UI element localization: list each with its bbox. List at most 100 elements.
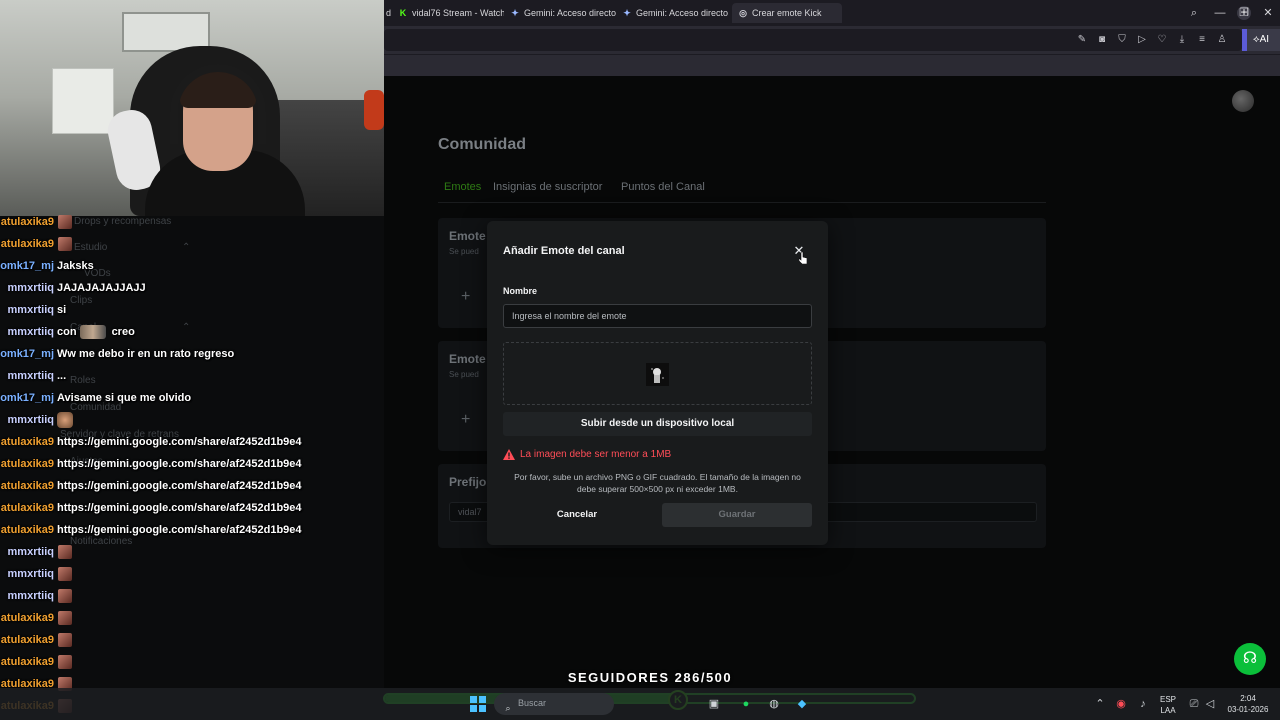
chat-username[interactable]: mmxrtiiq: [0, 546, 54, 558]
chat-username[interactable]: atulaxika9: [0, 524, 54, 536]
chat-username[interactable]: atulaxika9: [0, 238, 54, 250]
gemini-icon: ✦: [511, 7, 519, 18]
windows-start-icon[interactable]: [470, 696, 486, 712]
webcam-background: [52, 68, 114, 134]
microphone-icon[interactable]: ♪: [1135, 696, 1151, 712]
browser-tab[interactable]: ✦ Gemini: Acceso directo a l: [504, 3, 616, 23]
chat-username[interactable]: atulaxika9: [0, 436, 54, 448]
chat-username[interactable]: omk17_mj: [0, 260, 54, 272]
tab-label: vidal76 Stream - Watch Li: [412, 8, 504, 18]
add-emote-button[interactable]: +: [461, 411, 470, 429]
browser-tab[interactable]: Kvidal76 Stream - Watch Li: [392, 3, 504, 23]
play-icon[interactable]: ▷: [1136, 34, 1148, 46]
menu-icon[interactable]: ≡: [1196, 34, 1208, 46]
tab-emotes[interactable]: Emotes: [444, 181, 481, 193]
tray-app-icon[interactable]: ◉: [1113, 696, 1129, 712]
chat-username[interactable]: omk17_mj: [0, 348, 54, 360]
page-title: Comunidad: [438, 136, 526, 153]
heart-icon[interactable]: ♡: [1156, 34, 1168, 46]
tab-channel-points[interactable]: Puntos del Canal: [621, 181, 705, 193]
chat-username[interactable]: atulaxika9: [0, 458, 54, 470]
language-bottom[interactable]: LAA: [1156, 706, 1180, 715]
ghost-sidebar-item: Estudio: [74, 242, 108, 253]
chat-message: mmxrtiiq...: [0, 366, 67, 386]
search-icon[interactable]: ⌕: [1186, 5, 1202, 21]
chat-username[interactable]: atulaxika9: [0, 480, 54, 492]
chat-username[interactable]: mmxrtiiq: [0, 326, 54, 338]
camera-icon[interactable]: ◙: [1096, 34, 1108, 46]
clock-time[interactable]: 2:04: [1226, 694, 1270, 703]
chat-username[interactable]: omk17_mj: [0, 392, 54, 404]
card-subtitle: Se pued: [449, 247, 479, 256]
chat-message: atulaxika9 https://gemini.google.com/shar…: [0, 476, 302, 496]
app-icon[interactable]: ◍: [766, 696, 782, 712]
chat-message: atulaxika9 https://gemini.google.com/shar…: [0, 432, 302, 452]
edit-icon[interactable]: ✎: [1076, 34, 1088, 46]
emote-name-input[interactable]: [503, 304, 812, 328]
ai-button[interactable]: ⟡AI: [1242, 29, 1280, 51]
ghost-sidebar-item: Drops y recompensas: [74, 216, 172, 227]
app-icon[interactable]: ◆: [794, 696, 810, 712]
cancel-button[interactable]: Cancelar: [503, 503, 651, 527]
support-chat-button[interactable]: ☊: [1234, 643, 1266, 675]
maximize-icon[interactable]: ❐: [1236, 5, 1252, 21]
gemini-icon: ✦: [623, 7, 631, 18]
chat-emote-image: [58, 611, 72, 625]
add-emote-button[interactable]: +: [461, 288, 470, 306]
chat-emote-image: [58, 567, 72, 581]
chat-message: mmxrtiiq: [0, 564, 72, 584]
language-top[interactable]: ESP: [1156, 695, 1180, 704]
minimize-icon[interactable]: —: [1212, 5, 1228, 21]
ai-icon: ⟡: [1253, 34, 1260, 45]
name-label: Nombre: [503, 286, 538, 296]
chat-emote-image: [58, 589, 72, 603]
chevron-up-icon[interactable]: ⌃: [1092, 696, 1108, 712]
chat-username[interactable]: atulaxika9: [0, 502, 54, 514]
chat-emote-image: [58, 545, 72, 559]
chat-message: mmxrtiiq: [0, 586, 72, 606]
browser-tab[interactable]: ✦ Gemini: Acceso directo a l: [616, 3, 728, 23]
browser-nav-bar: ✎ ◙ ⛉ ▷ ♡ ⤓ ≡ ♙ ⟡AI: [384, 26, 1280, 54]
chat-emote-image: [57, 412, 73, 428]
network-icon[interactable]: ⎚: [1186, 696, 1202, 712]
chat-username[interactable]: atulaxika9: [0, 656, 54, 668]
upload-local-button[interactable]: Subir desde un dispositivo local: [503, 412, 812, 436]
chat-message: mmxrtiiq: [0, 542, 72, 562]
chat-message: atulaxika9: [0, 234, 72, 254]
chat-username[interactable]: mmxrtiiq: [0, 304, 54, 316]
spotify-icon[interactable]: ●: [738, 696, 754, 712]
error-text: La imagen debe ser menor a 1MB: [520, 448, 672, 460]
chat-username[interactable]: mmxrtiiq: [0, 370, 54, 382]
chat-username[interactable]: atulaxika9: [0, 216, 54, 228]
browser-tab-bar: d Kvidal76 Stream - Watch Li ✦ Gemini: Ac…: [384, 0, 1280, 26]
card-title: Prefijo: [449, 475, 487, 489]
clock-date[interactable]: 03-01-2026: [1222, 705, 1274, 714]
chat-username[interactable]: mmxrtiiq: [0, 568, 54, 580]
error-message: La imagen debe ser menor a 1MB: [503, 447, 671, 461]
chat-message: mmxrtiiq si: [0, 300, 67, 320]
chat-message: atulaxika9 https://gemini.google.com/shar…: [0, 498, 302, 518]
account-icon[interactable]: ♙: [1216, 34, 1228, 46]
chat-username[interactable]: mmxrtiiq: [0, 282, 54, 294]
avatar[interactable]: [1232, 90, 1254, 112]
volume-icon[interactable]: ◁: [1202, 696, 1218, 712]
download-icon[interactable]: ⤓: [1176, 34, 1188, 46]
shield-icon[interactable]: ⛉: [1116, 34, 1128, 46]
app-icon[interactable]: ▣: [706, 696, 722, 712]
chat-message: mmxrtiiq con creo: [0, 322, 135, 342]
tab-subscriber-badges[interactable]: Insignias de suscriptor: [493, 181, 602, 193]
chat-message-text: https://gemini.google.com/share/af2452d1…: [57, 458, 302, 470]
close-window-icon[interactable]: ✕: [1260, 5, 1276, 21]
address-bar[interactable]: [384, 29, 1242, 51]
chat-emote-image: [58, 655, 72, 669]
chat-message: atulaxika9 https://gemini.google.com/shar…: [0, 520, 302, 540]
image-dropzone[interactable]: [503, 342, 812, 405]
chat-username[interactable]: mmxrtiiq: [0, 590, 54, 602]
browser-tab-active[interactable]: ◎ Crear emote Kick: [732, 3, 842, 23]
chat-message: mmxrtiiq JAJAJAJAJJAJJ: [0, 278, 146, 298]
chat-username[interactable]: mmxrtiiq: [0, 414, 54, 426]
ghost-sidebar-item: Roles: [70, 375, 96, 386]
save-button[interactable]: Guardar: [662, 503, 812, 527]
chat-username[interactable]: atulaxika9: [0, 634, 54, 646]
chat-username[interactable]: atulaxika9: [0, 612, 54, 624]
